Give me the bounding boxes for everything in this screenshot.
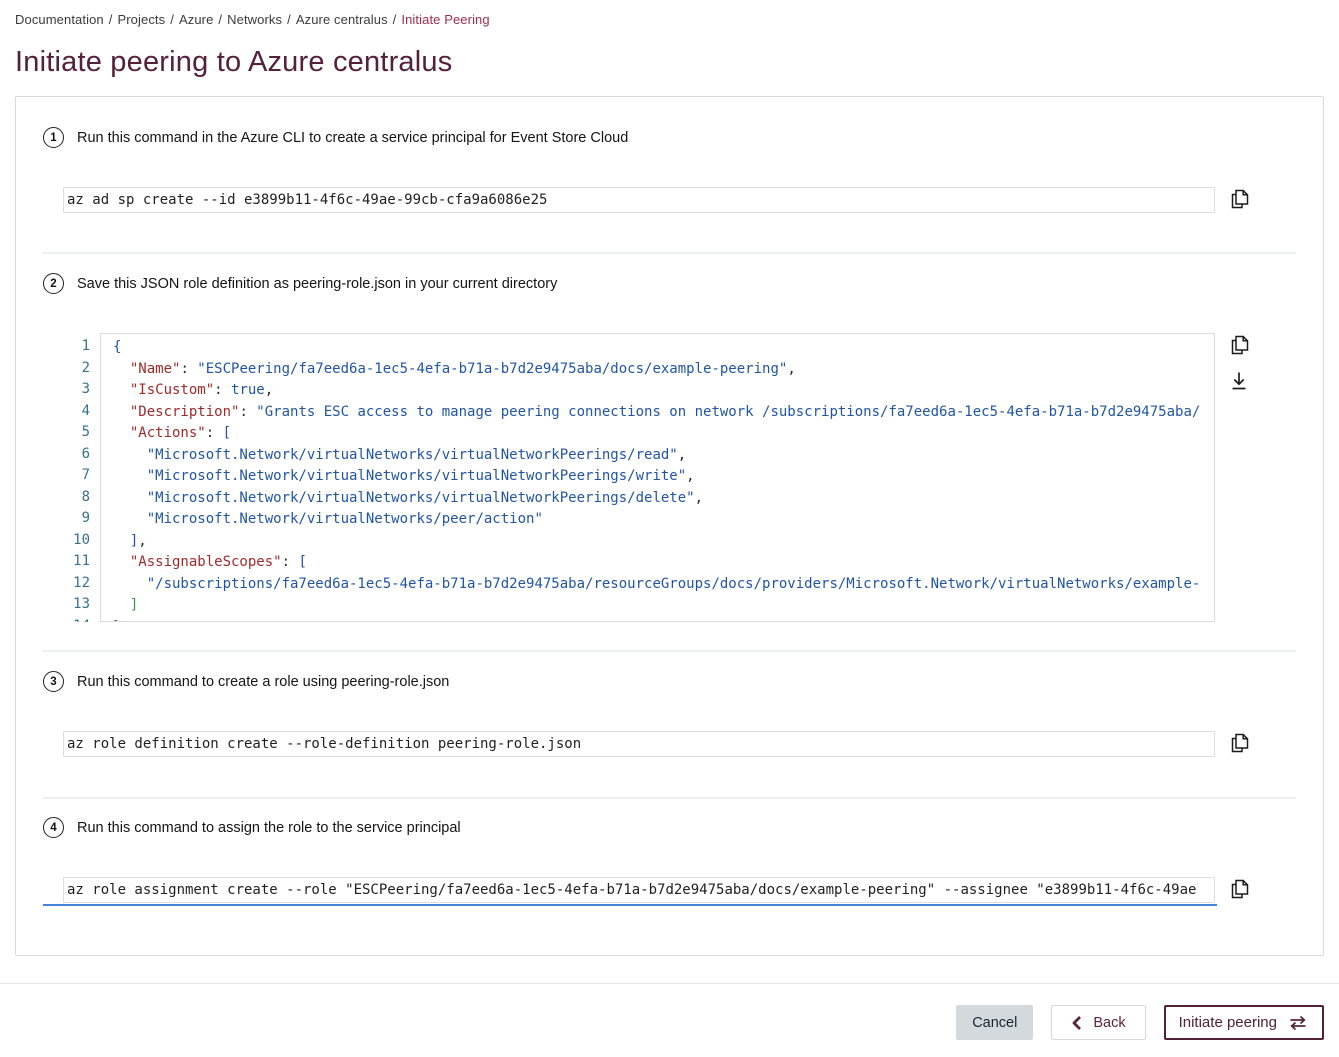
step-4-code-row: az role assignment create --role "ESCPee… [63,877,1250,903]
page-title: Initiate peering to Azure centralus [15,46,1339,79]
copy-icon [1228,187,1250,211]
code-line: } [113,617,1214,623]
line-number: 14 [63,616,90,623]
section-divider [43,797,1296,799]
step-4-command: az role assignment create --role "ESCPee… [67,882,1196,898]
breadcrumb-item[interactable]: Networks [227,12,282,27]
step-1-instruction: Run this command in the Azure CLI to cre… [77,130,628,146]
step-1-header: 1 Run this command in the Azure CLI to c… [43,127,1296,148]
step-3-code-box[interactable]: az role definition create --role-definit… [63,731,1215,757]
page: Documentation/Projects/Azure/Networks/Az… [0,0,1339,1040]
breadcrumb-item[interactable]: Azure centralus [296,12,388,27]
breadcrumb-item[interactable]: Documentation [15,12,104,27]
code-line: "AssignableScopes": [ [113,552,1214,574]
line-number: 5 [63,422,90,444]
step-4-number-badge: 4 [43,817,64,838]
breadcrumb-separator: / [282,12,296,27]
line-number: 10 [63,530,90,552]
footer-divider [0,983,1339,984]
step-1-copy-button[interactable] [1228,187,1250,211]
code-line: "Microsoft.Network/virtualNetworks/virtu… [113,488,1214,510]
line-number: 7 [63,465,90,487]
breadcrumb-separator: / [165,12,179,27]
code-line: "Description": "Grants ESC access to man… [113,402,1214,424]
json-code-editor[interactable]: { "Name": "ESCPeering/fa7eed6a-1ec5-4efa… [100,333,1215,622]
code-line: "Microsoft.Network/virtualNetworks/virtu… [113,466,1214,488]
copy-icon [1228,333,1250,357]
code-line: "Microsoft.Network/virtualNetworks/peer/… [113,509,1214,531]
step-3-code-row: az role definition create --role-definit… [63,731,1250,757]
code-line: ], [113,531,1214,553]
horizontal-scrollbar[interactable] [43,904,1217,906]
line-number: 6 [63,444,90,466]
code-line: { [113,337,1214,359]
step-4-copy-button[interactable] [1228,877,1250,901]
line-number: 2 [63,358,90,380]
code-line: "IsCustom": true, [113,380,1214,402]
step-1-code-box[interactable]: az ad sp create --id e3899b11-4f6c-49ae-… [63,187,1215,213]
step-4-code-box[interactable]: az role assignment create --role "ESCPee… [63,877,1215,903]
copy-icon [1228,877,1250,901]
json-editor-row: 1234567891011121314 { "Name": "ESCPeerin… [63,333,1250,622]
step-4-header: 4 Run this command to assign the role to… [43,817,1296,838]
step-2-download-button[interactable] [1228,369,1250,393]
step-1-command: az ad sp create --id e3899b11-4f6c-49ae-… [67,192,547,208]
initiate-peering-label: Initiate peering [1179,1014,1277,1031]
code-line: "/subscriptions/fa7eed6a-1ec5-4efa-b71a-… [113,574,1214,596]
step-3-number-badge: 3 [43,671,64,692]
step-2-instruction: Save this JSON role definition as peerin… [77,276,557,292]
line-number: 13 [63,594,90,616]
step-1-number-badge: 1 [43,127,64,148]
line-number: 3 [63,379,90,401]
line-number: 9 [63,508,90,530]
step-4-actions [1228,877,1250,901]
section-divider [43,650,1296,652]
section-divider [43,252,1296,254]
breadcrumb-item[interactable]: Azure [179,12,213,27]
initiate-peering-button[interactable]: Initiate peering [1164,1005,1324,1040]
cancel-button[interactable]: Cancel [956,1005,1033,1040]
step-3-actions [1228,731,1250,755]
line-number-gutter: 1234567891011121314 [63,333,100,622]
chevron-left-icon [1071,1015,1082,1031]
line-number: 12 [63,573,90,595]
line-number: 4 [63,401,90,423]
line-number: 11 [63,551,90,573]
footer-actions: Cancel Back Initiate peering [0,1005,1324,1040]
line-number: 8 [63,487,90,509]
step-2-number-badge: 2 [43,273,64,294]
step-3-instruction: Run this command to create a role using … [77,674,449,690]
code-line: "Actions": [ [113,423,1214,445]
code-line: "Name": "ESCPeering/fa7eed6a-1ec5-4efa-b… [113,359,1214,381]
breadcrumb-separator: / [213,12,227,27]
download-icon [1228,369,1250,393]
step-2-header: 2 Save this JSON role definition as peer… [43,273,1296,294]
breadcrumb-current: Initiate Peering [401,12,489,27]
step-1-code-row: az ad sp create --id e3899b11-4f6c-49ae-… [63,187,1250,213]
transfer-arrows-icon [1287,1014,1309,1032]
step-4-instruction: Run this command to assign the role to t… [77,820,461,836]
code-line: "Microsoft.Network/virtualNetworks/virtu… [113,445,1214,467]
breadcrumb-separator: / [104,12,118,27]
breadcrumb-separator: / [388,12,402,27]
breadcrumb: Documentation/Projects/Azure/Networks/Az… [15,12,1339,27]
step-2-actions [1228,333,1250,393]
breadcrumb-item[interactable]: Projects [117,12,165,27]
step-2-copy-button[interactable] [1228,333,1250,357]
line-number: 1 [63,336,90,358]
step-3-command: az role definition create --role-definit… [67,736,581,752]
step-3-copy-button[interactable] [1228,731,1250,755]
json-code-lines: { "Name": "ESCPeering/fa7eed6a-1ec5-4efa… [113,337,1214,622]
copy-icon [1228,731,1250,755]
step-3-header: 3 Run this command to create a role usin… [43,671,1296,692]
step-1-actions [1228,187,1250,211]
code-line: ] [113,595,1214,617]
wizard-card: 1 Run this command in the Azure CLI to c… [15,96,1324,956]
back-button[interactable]: Back [1051,1005,1145,1040]
back-button-label: Back [1093,1015,1125,1031]
